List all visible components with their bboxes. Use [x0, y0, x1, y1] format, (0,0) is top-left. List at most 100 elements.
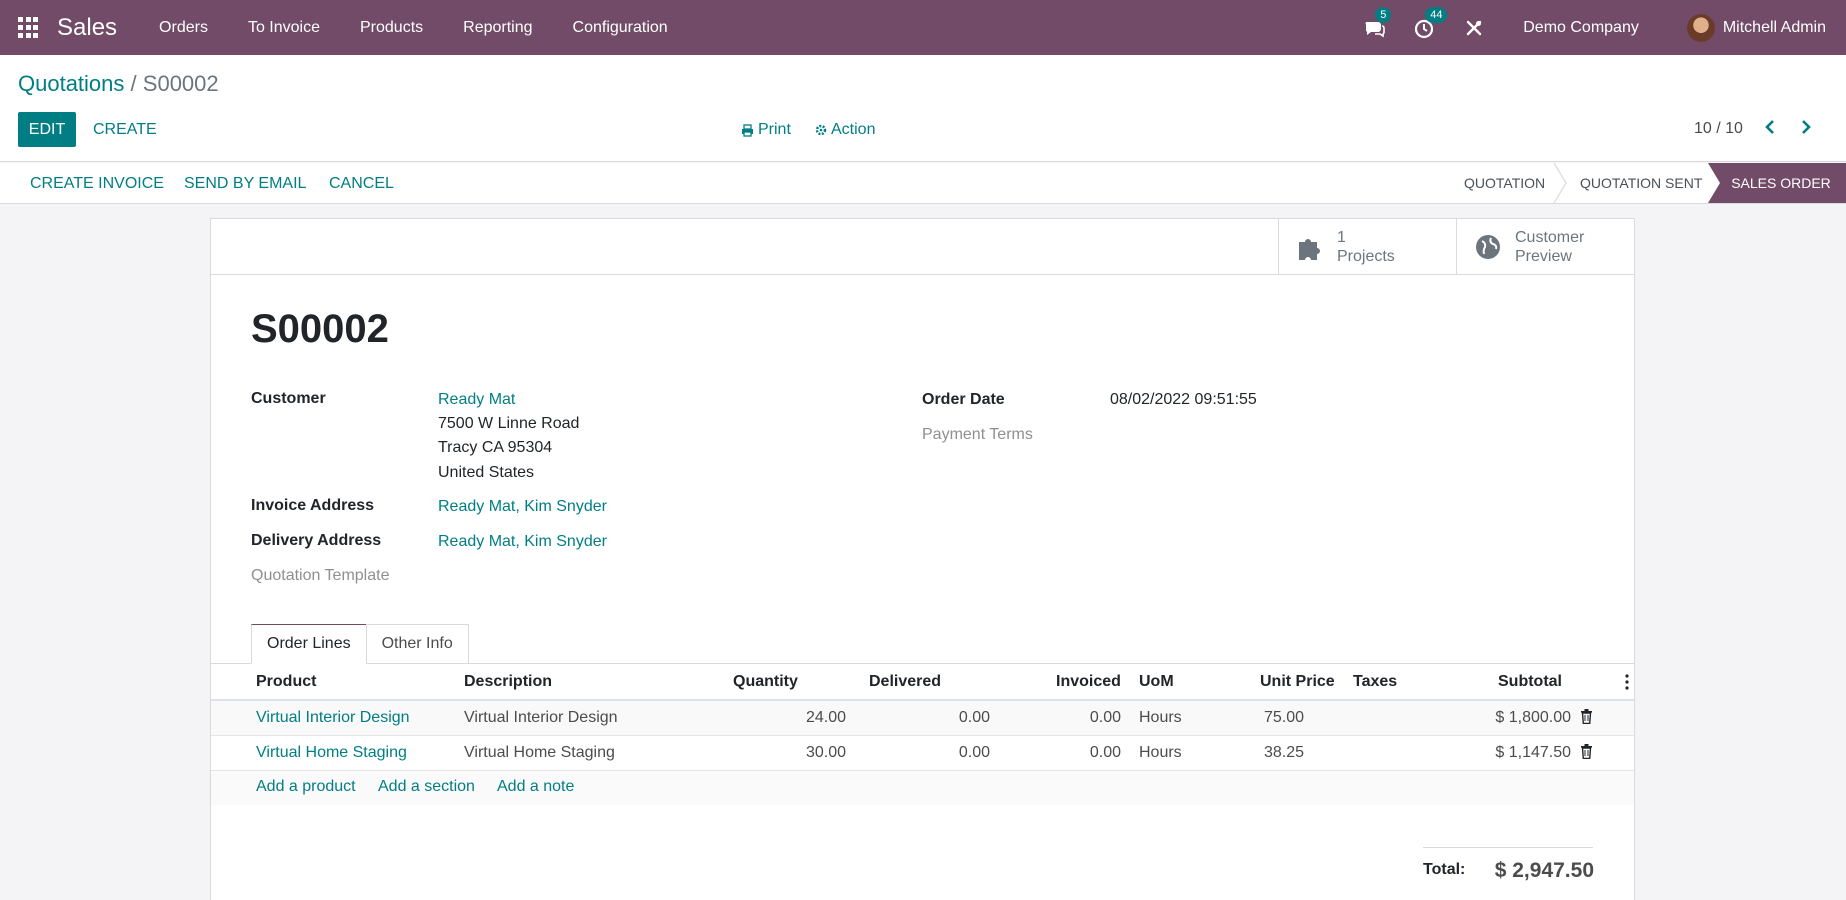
create-button[interactable]: CREATE	[93, 121, 157, 139]
avatar	[1686, 13, 1715, 42]
projects-smart-button[interactable]: 1 Projects	[1278, 219, 1456, 274]
total-divider	[1423, 847, 1593, 848]
order-date-field[interactable]: 08/02/2022 09:51:55	[1110, 391, 1257, 409]
invoice-address-field[interactable]: Ready Mat, Kim Snyder	[438, 498, 607, 516]
menu-orders[interactable]: Orders	[139, 19, 228, 37]
stage-sales-order[interactable]: SALES ORDER	[1708, 163, 1846, 203]
breadcrumb-quotations[interactable]: Quotations	[18, 71, 124, 96]
company-switcher[interactable]: Demo Company	[1523, 19, 1639, 37]
stage-quotation-sent[interactable]: QUOTATION SENT	[1580, 163, 1702, 203]
breadcrumb-current: S00002	[142, 71, 219, 96]
menu-to-invoice[interactable]: To Invoice	[228, 19, 340, 37]
row-unit-price: 75.00	[1263, 709, 1304, 726]
row-uom: Hours	[1139, 744, 1182, 761]
row-invoiced: 0.00	[1089, 744, 1121, 761]
customer-address-line1: 7500 W Linne Road	[438, 415, 580, 432]
chevron-right-icon	[1802, 120, 1811, 134]
total-amount: $ 2,947.50	[1494, 859, 1594, 882]
row-uom: Hours	[1139, 709, 1182, 726]
tools-icon	[1467, 20, 1482, 35]
delete-line-icon[interactable]	[1580, 709, 1593, 724]
control-panel: Quotations / S00002 EDIT CREATE Print Ac…	[0, 55, 1846, 162]
column-invoiced[interactable]: Invoiced	[1056, 673, 1121, 691]
print-icon	[742, 123, 753, 137]
messages-count-badge: 5	[1375, 6, 1392, 23]
action-button[interactable]: Action	[815, 121, 875, 139]
breadcrumb: Quotations / S00002	[18, 71, 219, 97]
add-section-link[interactable]: Add a section	[378, 778, 475, 796]
row-delivered: 0.00	[958, 709, 990, 726]
column-description[interactable]: Description	[464, 673, 552, 691]
delivery-address-field[interactable]: Ready Mat, Kim Snyder	[438, 533, 607, 551]
customer-field[interactable]: Ready Mat	[438, 391, 515, 409]
customer-preview-smart-button[interactable]: Customer Preview	[1456, 219, 1634, 274]
app-menu-icon[interactable]	[18, 16, 40, 39]
send-by-email-button[interactable]: SEND BY EMAIL	[184, 175, 306, 193]
projects-count: 1	[1337, 228, 1346, 246]
menu-products[interactable]: Products	[340, 19, 443, 37]
activities-button[interactable]: 44	[1413, 6, 1448, 39]
row-product[interactable]: Virtual Interior Design	[256, 709, 410, 727]
projects-stat-text: 1 Projects	[1337, 228, 1395, 266]
order-lines-table: Product Description Quantity Delivered I…	[211, 664, 1634, 805]
form-statusbar: CREATE INVOICE SEND BY EMAIL CANCEL QUOT…	[0, 163, 1846, 204]
pager-value[interactable]: 10 / 10	[1694, 120, 1743, 138]
row-unit-price: 38.25	[1263, 744, 1304, 761]
add-product-link[interactable]: Add a product	[256, 778, 356, 796]
stage-separator-icon	[1553, 163, 1567, 203]
app-name[interactable]: Sales	[57, 14, 117, 42]
row-description: Virtual Interior Design	[464, 709, 618, 726]
table-row[interactable]: Virtual Home Staging Virtual Home Stagin…	[211, 736, 1634, 771]
table-row[interactable]: Virtual Interior Design Virtual Interior…	[211, 701, 1634, 736]
notebook-tabs: Order Lines Other Info	[251, 624, 469, 664]
menu-reporting[interactable]: Reporting	[443, 19, 552, 37]
smart-button-box: 1 Projects Customer Preview	[211, 219, 1634, 275]
print-button[interactable]: Print	[741, 121, 791, 139]
payment-terms-label: Payment Terms	[922, 426, 1033, 443]
tab-other-info[interactable]: Other Info	[365, 624, 469, 664]
menu-configuration[interactable]: Configuration	[553, 19, 688, 37]
tab-order-lines[interactable]: Order Lines	[251, 624, 367, 664]
customer-address-line2: Tracy CA 95304	[438, 439, 553, 456]
customer-preview-line2: Preview	[1515, 247, 1572, 265]
column-uom[interactable]: UoM	[1139, 673, 1174, 691]
column-options-icon[interactable]	[1625, 674, 1629, 690]
edit-button[interactable]: EDIT	[18, 112, 76, 147]
breadcrumb-separator: /	[130, 71, 137, 96]
add-line-row: Add a product Add a section Add a note	[211, 771, 1634, 805]
user-menu[interactable]: Mitchell Admin	[1686, 13, 1826, 42]
row-invoiced: 0.00	[1089, 709, 1121, 726]
column-product[interactable]: Product	[256, 673, 316, 691]
column-unit-price[interactable]: Unit Price	[1260, 673, 1335, 691]
cancel-button[interactable]: CANCEL	[329, 175, 394, 193]
create-invoice-button[interactable]: CREATE INVOICE	[30, 175, 164, 193]
column-delivered[interactable]: Delivered	[869, 673, 941, 691]
messages-button[interactable]: 5	[1363, 6, 1392, 39]
gear-icon	[815, 124, 827, 136]
delete-line-icon[interactable]	[1580, 744, 1593, 759]
debug-tools-button[interactable]	[1463, 17, 1485, 39]
row-quantity: 30.00	[805, 744, 846, 761]
column-subtotal[interactable]: Subtotal	[1498, 673, 1562, 691]
puzzle-icon	[1299, 238, 1320, 260]
row-description: Virtual Home Staging	[464, 744, 615, 761]
row-product[interactable]: Virtual Home Staging	[256, 744, 407, 762]
delivery-address-label: Delivery Address	[251, 532, 382, 549]
customer-label: Customer	[251, 390, 326, 407]
pager-previous-button[interactable]	[1764, 119, 1776, 140]
pager-next-button[interactable]	[1800, 119, 1812, 140]
table-header: Product Description Quantity Delivered I…	[211, 664, 1634, 701]
column-quantity[interactable]: Quantity	[733, 673, 798, 691]
quotation-template-label: Quotation Template	[251, 567, 390, 584]
add-note-link[interactable]: Add a note	[497, 778, 574, 796]
row-subtotal: $ 1,800.00	[1495, 709, 1571, 726]
top-navbar: Sales Orders To Invoice Products Reporti…	[0, 0, 1846, 55]
customer-preview-line1: Customer	[1515, 228, 1585, 246]
stage-quotation[interactable]: QUOTATION	[1464, 163, 1545, 203]
invoice-address-label: Invoice Address	[251, 497, 375, 514]
row-quantity: 24.00	[805, 709, 846, 726]
column-taxes[interactable]: Taxes	[1353, 673, 1397, 691]
order-date-label: Order Date	[922, 391, 1005, 408]
user-name: Mitchell Admin	[1722, 18, 1826, 36]
form-sheet: 1 Projects Customer Preview S00002 Custo…	[210, 218, 1635, 900]
